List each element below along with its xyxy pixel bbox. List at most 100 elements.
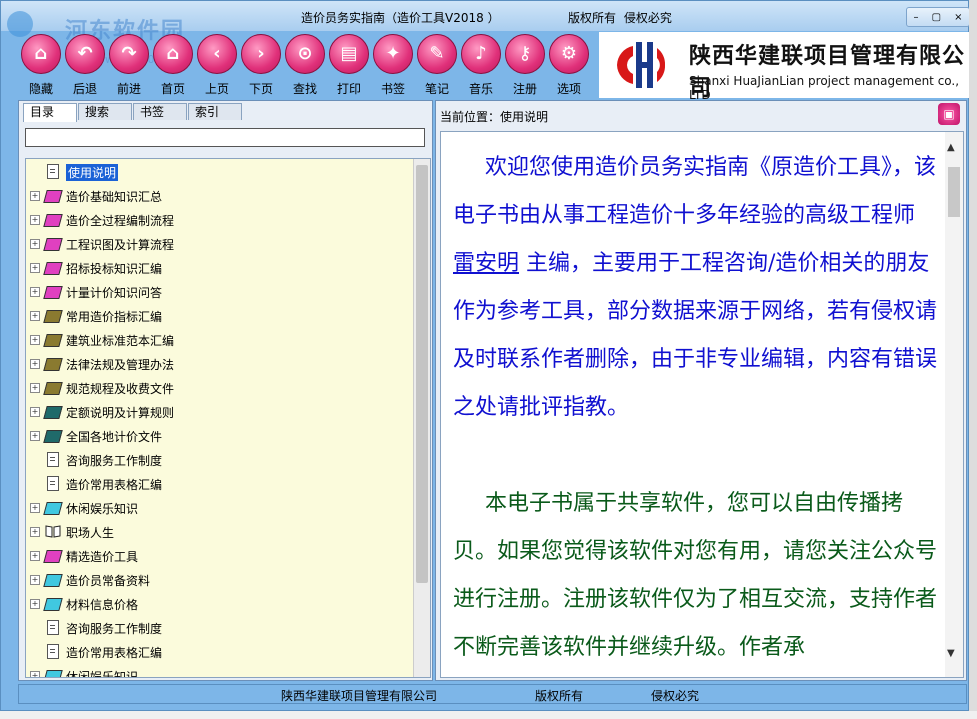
tree-item[interactable]: + 休闲娱乐知识 [30, 665, 410, 678]
tree-item[interactable]: + 全国各地计价文件 [30, 425, 410, 447]
title-bar[interactable]: 河东软件园 造价员务实指南（造价工具V2018 ） 版权所有 侵权必究 – ▢ … [1, 1, 970, 44]
tree-item[interactable]: + 计量计价知识问答 [30, 281, 410, 303]
expand-icon[interactable]: + [30, 527, 40, 537]
tree-item[interactable]: + 建筑业标准范本汇编 [30, 329, 410, 351]
status-bar: 陕西华建联项目管理有限公司 版权所有 侵权必究 [18, 684, 967, 704]
expand-icon[interactable]: + [30, 215, 40, 225]
next-page-button[interactable]: › 下页 [239, 34, 283, 96]
tree-item[interactable]: 造价常用表格汇编 [30, 641, 410, 663]
minimize-icon[interactable]: – [914, 12, 919, 23]
forward-icon: ↷ [109, 34, 149, 74]
tree-item[interactable]: + 招标投标知识汇编 [30, 257, 410, 279]
expand-icon[interactable]: + [30, 239, 40, 249]
tab-search[interactable]: 搜索 [78, 103, 132, 120]
music-icon: ♪ [461, 34, 501, 74]
prev-page-label: 上页 [204, 82, 229, 96]
expand-icon[interactable]: + [30, 335, 40, 345]
share-text: 本电子书属于共享软件，您可以自由传播拷贝。如果您觉得该软件对您有用，请您关注公众… [453, 491, 938, 660]
tree-item[interactable]: + 法律法规及管理办法 [30, 353, 410, 375]
book-icon [43, 332, 63, 347]
tab-bookmarks[interactable]: 书签 [133, 103, 187, 120]
register-icon: ⚷ [505, 34, 545, 74]
expand-icon[interactable]: + [30, 191, 40, 201]
share-paragraph: 本电子书属于共享软件，您可以自由传播拷贝。如果您觉得该软件对您有用，请您关注公众… [453, 480, 943, 672]
tree-scrollbar-thumb[interactable] [416, 165, 428, 583]
tree-item[interactable]: + 规范规程及收费文件 [30, 377, 410, 399]
tree-scrollbar[interactable] [413, 159, 430, 677]
tree-item-label: 招标投标知识汇编 [66, 262, 163, 276]
book-icon [43, 308, 63, 323]
tree-item[interactable]: + 工程识图及计算流程 [30, 233, 410, 255]
content-view: 欢迎您使用造价员务实指南《原造价工具》，该电子书由从事工程造价十多年经验的高级工… [440, 131, 964, 678]
scroll-down-icon[interactable]: ▼ [947, 648, 955, 659]
expand-icon[interactable]: + [30, 671, 40, 677]
tree-item[interactable]: 造价常用表格汇编 [30, 473, 410, 495]
expand-icon[interactable]: + [30, 407, 40, 417]
book-icon [43, 236, 63, 251]
expand-icon[interactable]: + [30, 503, 40, 513]
tab-index[interactable]: 索引 [188, 103, 242, 120]
home-label: 首页 [160, 82, 185, 96]
content-scrollbar-thumb[interactable] [948, 167, 960, 217]
fullscreen-icon[interactable]: ▣ [938, 103, 960, 125]
book-icon [43, 356, 63, 371]
back-button[interactable]: ↶ 后退 [63, 34, 107, 96]
tree-item-label: 休闲娱乐知识 [66, 670, 139, 678]
company-logo: 陕西华建联项目管理有限公司 Shanxi HuaJianLian project… [599, 32, 969, 102]
right-panel: 当前位置：使用说明 ▣ 欢迎您使用造价员务实指南《原造价工具》，该电子书由从事工… [435, 100, 967, 681]
left-panel: 目录 搜索 书签 索引 使用说明 + 造价基础知识汇总 + 造价全过程编制流程 + 工程识图… [18, 100, 433, 681]
expand-icon[interactable]: + [30, 359, 40, 369]
prev-page-icon: ‹ [197, 34, 237, 74]
tree-item[interactable]: + 造价员常备资料 [30, 569, 410, 591]
register-button[interactable]: ⚷ 注册 [503, 34, 547, 96]
prev-page-button[interactable]: ‹ 上页 [195, 34, 239, 96]
options-button[interactable]: ⚙ 选项 [547, 34, 591, 96]
tree-item[interactable]: + 造价全过程编制流程 [30, 209, 410, 231]
book-icon [43, 284, 63, 299]
content-scrollbar[interactable]: ▲ ▼ [945, 132, 963, 677]
next-page-icon: › [241, 34, 281, 74]
tree-item[interactable]: + 材料信息价格 [30, 593, 410, 615]
tree-item-label: 法律法规及管理办法 [66, 358, 175, 372]
tab-contents[interactable]: 目录 [23, 103, 77, 122]
tree-item-label: 造价员常备资料 [66, 574, 151, 588]
forward-button[interactable]: ↷ 前进 [107, 34, 151, 96]
music-button[interactable]: ♪ 音乐 [459, 34, 503, 96]
notes-button[interactable]: ✎ 笔记 [415, 34, 459, 96]
close-icon[interactable]: × [954, 12, 962, 23]
expand-icon[interactable]: + [30, 311, 40, 321]
maximize-icon[interactable]: ▢ [932, 12, 941, 23]
tree-item[interactable]: + 精选造价工具 [30, 545, 410, 567]
tree-item[interactable]: + 造价基础知识汇总 [30, 185, 410, 207]
home-icon: ⌂ [153, 34, 193, 74]
expand-icon[interactable]: + [30, 263, 40, 273]
tree-item[interactable]: + 职场人生 [30, 521, 410, 543]
expand-icon[interactable]: + [30, 431, 40, 441]
tree-item[interactable]: + 定额说明及计算规则 [30, 401, 410, 423]
back-icon: ↶ [65, 34, 105, 74]
intro-text-b: 主编，主要用于工程咨询/造价相关的朋友作为参考工具，部分数据来源于网络，若有侵权… [453, 251, 938, 420]
back-label: 后退 [72, 82, 97, 96]
tree-item[interactable]: 咨询服务工作制度 [30, 449, 410, 471]
expand-icon[interactable]: + [30, 575, 40, 585]
tree-item[interactable]: + 常用造价指标汇编 [30, 305, 410, 327]
author-link[interactable]: 雷安明 [453, 251, 519, 276]
expand-icon[interactable]: + [30, 599, 40, 609]
expand-icon[interactable]: + [30, 551, 40, 561]
find-label: 查找 [292, 82, 317, 96]
print-button[interactable]: ▤ 打印 [327, 34, 371, 96]
bookmark-button[interactable]: ✦ 书签 [371, 34, 415, 96]
expand-icon[interactable]: + [30, 287, 40, 297]
scroll-up-icon[interactable]: ▲ [947, 142, 955, 153]
search-input[interactable] [25, 128, 425, 147]
expand-icon[interactable]: + [30, 383, 40, 393]
hide-button[interactable]: ⌂ 隐藏 [19, 34, 63, 96]
contents-tree: 使用说明 + 造价基础知识汇总 + 造价全过程编制流程 + 工程识图及计算流程 + 招标投标知识… [25, 158, 431, 678]
tree-item[interactable]: 咨询服务工作制度 [30, 617, 410, 639]
find-button[interactable]: ⊙ 查找 [283, 34, 327, 96]
tree-item[interactable]: 使用说明 [30, 161, 410, 183]
tree-item-label: 规范规程及收费文件 [66, 382, 175, 396]
home-button[interactable]: ⌂ 首页 [151, 34, 195, 96]
tree-item-label: 工程识图及计算流程 [66, 238, 175, 252]
tree-item[interactable]: + 休闲娱乐知识 [30, 497, 410, 519]
